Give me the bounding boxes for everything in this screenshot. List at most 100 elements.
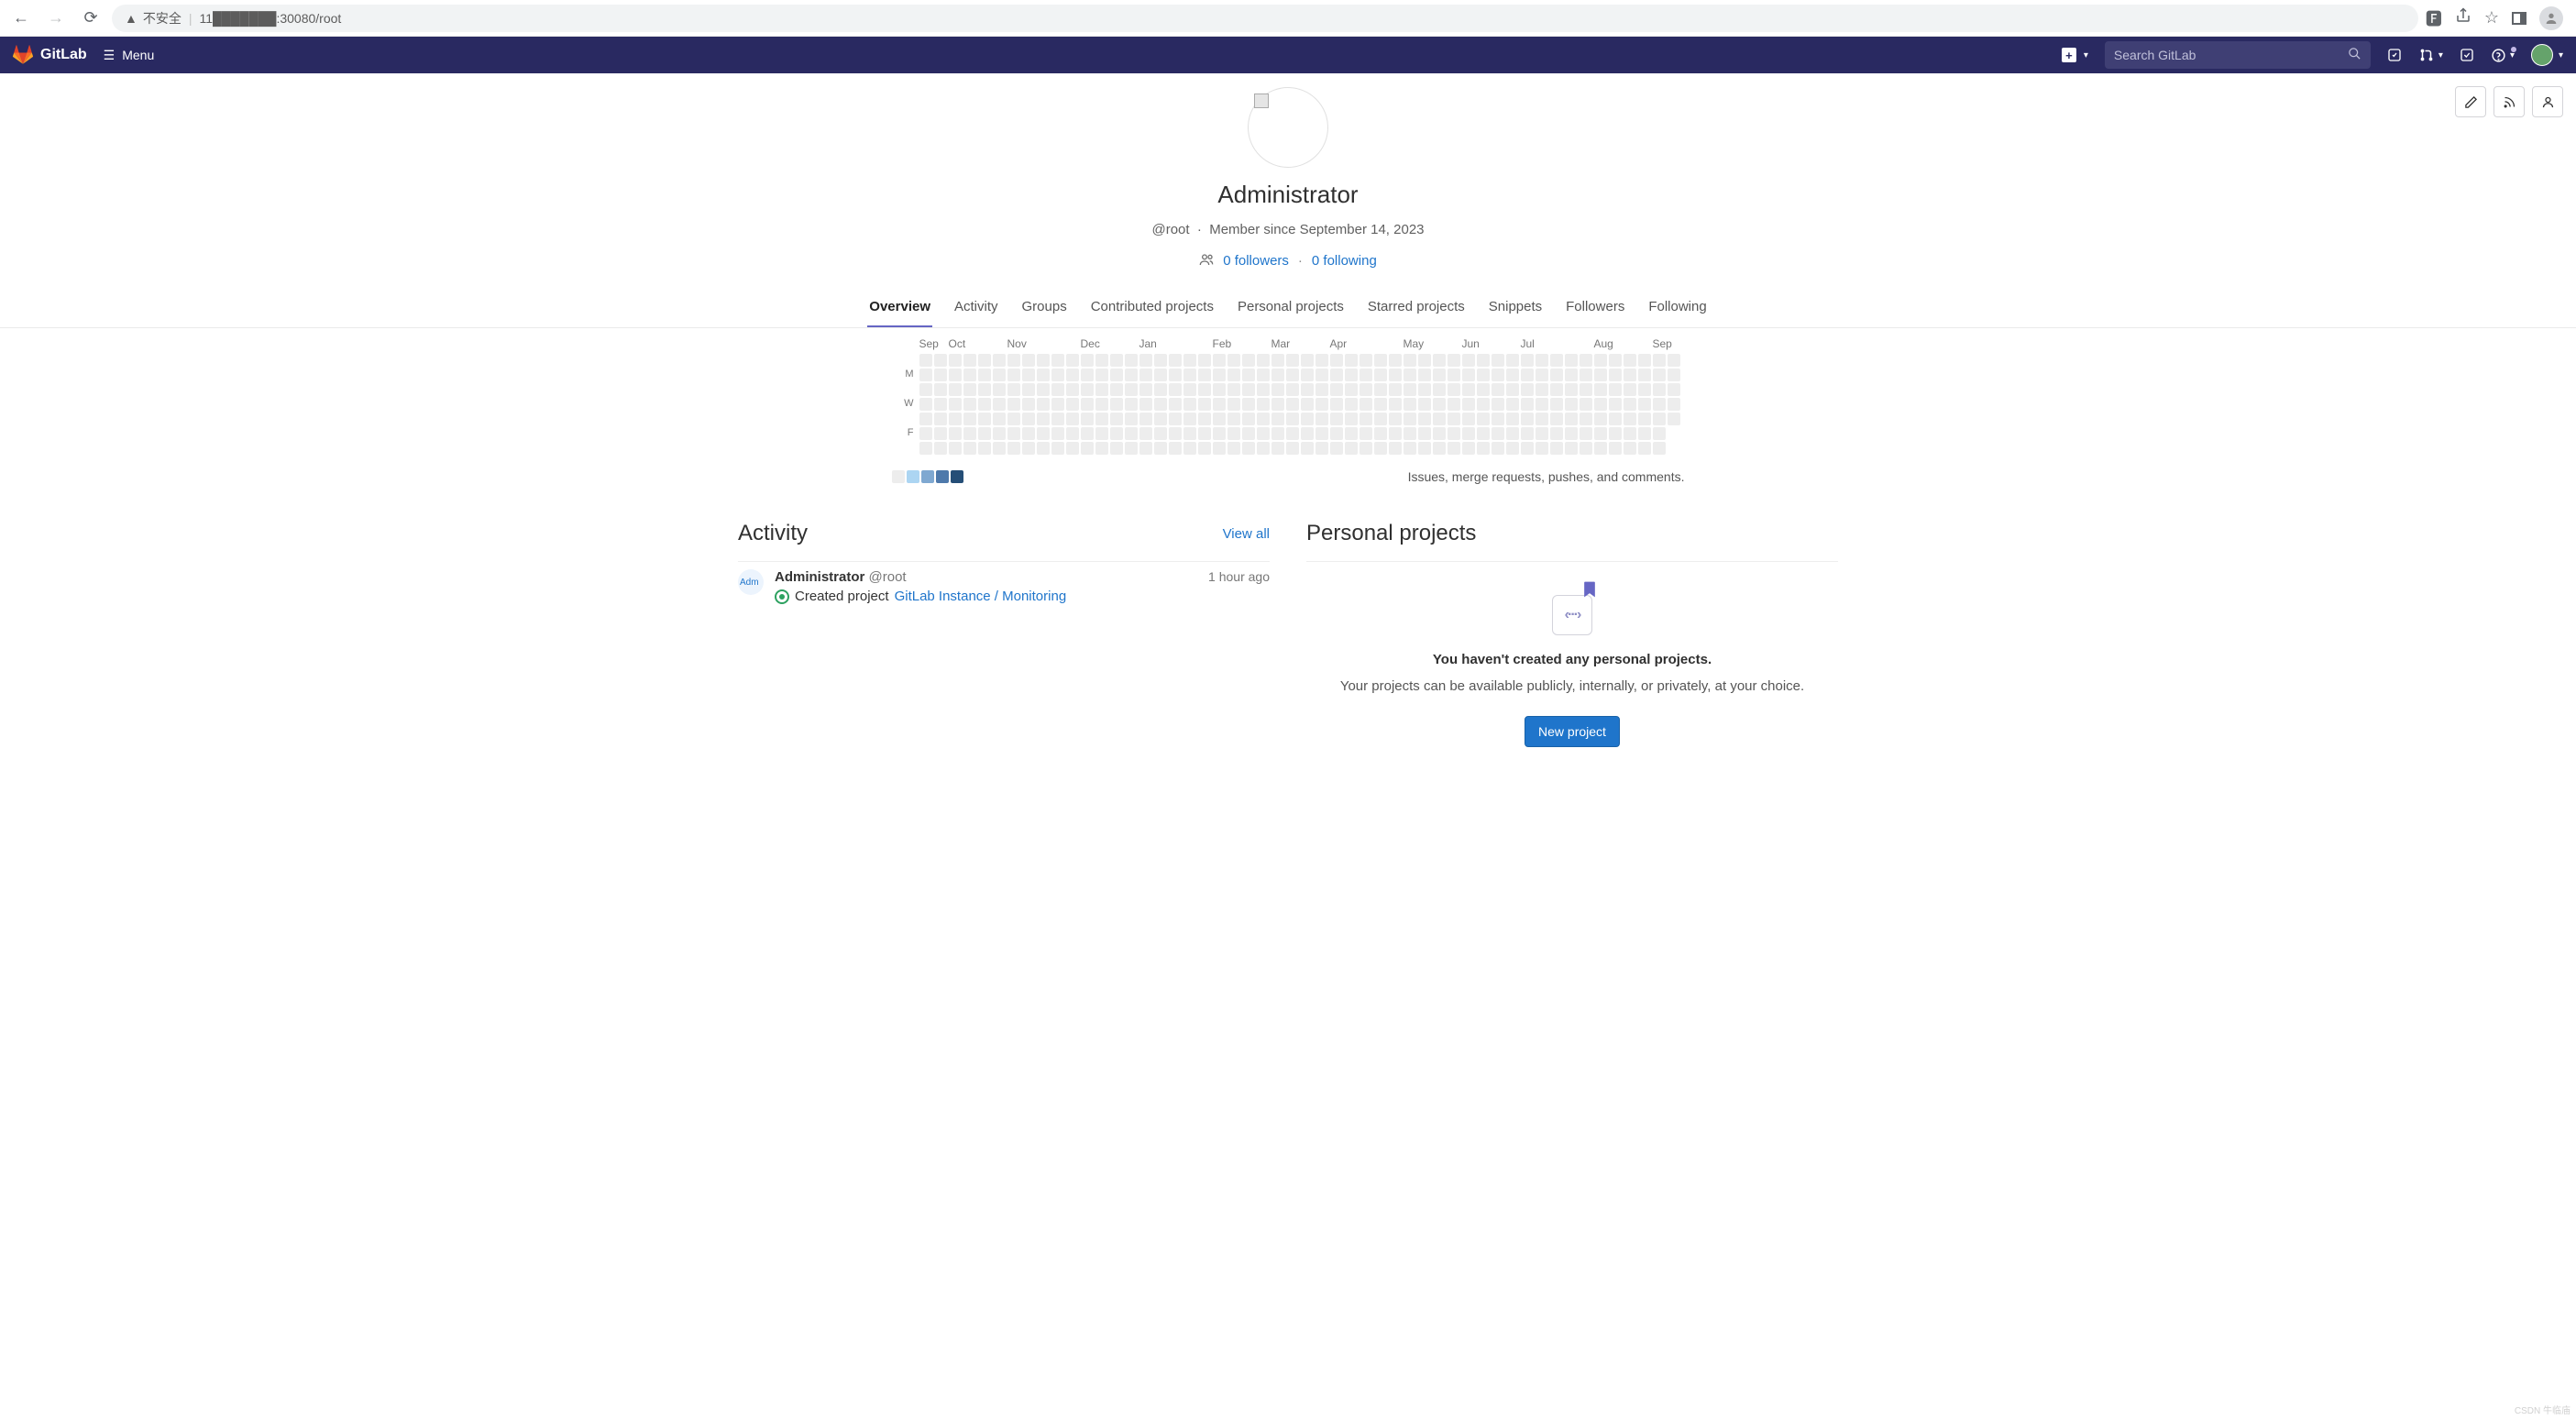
calendar-day-cell[interactable] xyxy=(1301,413,1314,425)
tab-snippets[interactable]: Snippets xyxy=(1487,290,1544,327)
calendar-day-cell[interactable] xyxy=(1271,383,1284,396)
calendar-day-cell[interactable] xyxy=(1183,369,1196,381)
calendar-day-cell[interactable] xyxy=(1638,398,1651,411)
gitlab-logo[interactable]: GitLab xyxy=(13,45,87,65)
calendar-day-cell[interactable] xyxy=(993,413,1006,425)
calendar-day-cell[interactable] xyxy=(993,427,1006,440)
calendar-day-cell[interactable] xyxy=(1007,398,1020,411)
calendar-day-cell[interactable] xyxy=(1301,427,1314,440)
calendar-day-cell[interactable] xyxy=(1037,383,1050,396)
calendar-day-cell[interactable] xyxy=(1316,369,1328,381)
calendar-day-cell[interactable] xyxy=(949,398,962,411)
calendar-day-cell[interactable] xyxy=(1242,413,1255,425)
calendar-day-cell[interactable] xyxy=(1653,398,1666,411)
calendar-day-cell[interactable] xyxy=(1345,354,1358,367)
activity-view-all-link[interactable]: View all xyxy=(1223,526,1270,542)
calendar-day-cell[interactable] xyxy=(1316,398,1328,411)
calendar-day-cell[interactable] xyxy=(1301,383,1314,396)
calendar-day-cell[interactable] xyxy=(1198,354,1211,367)
calendar-day-cell[interactable] xyxy=(963,354,976,367)
calendar-day-cell[interactable] xyxy=(1154,442,1167,455)
calendar-day-cell[interactable] xyxy=(1154,369,1167,381)
calendar-day-cell[interactable] xyxy=(1213,354,1226,367)
help-dropdown[interactable]: ▾ xyxy=(2491,48,2515,63)
calendar-day-cell[interactable] xyxy=(1198,369,1211,381)
calendar-day-cell[interactable] xyxy=(1110,383,1123,396)
calendar-day-cell[interactable] xyxy=(1007,369,1020,381)
calendar-day-cell[interactable] xyxy=(1330,354,1343,367)
calendar-day-cell[interactable] xyxy=(963,383,976,396)
calendar-day-cell[interactable] xyxy=(1624,398,1636,411)
menu-button[interactable]: ☰ Menu xyxy=(104,48,155,63)
calendar-day-cell[interactable] xyxy=(1638,354,1651,367)
calendar-day-cell[interactable] xyxy=(1624,427,1636,440)
calendar-day-cell[interactable] xyxy=(1550,354,1563,367)
calendar-day-cell[interactable] xyxy=(1418,442,1431,455)
calendar-day-cell[interactable] xyxy=(1125,369,1138,381)
calendar-day-cell[interactable] xyxy=(1521,398,1534,411)
calendar-day-cell[interactable] xyxy=(993,398,1006,411)
calendar-day-cell[interactable] xyxy=(1169,369,1182,381)
calendar-day-cell[interactable] xyxy=(1081,442,1094,455)
share-icon[interactable] xyxy=(2455,7,2471,28)
calendar-day-cell[interactable] xyxy=(1139,354,1152,367)
calendar-day-cell[interactable] xyxy=(1550,383,1563,396)
calendar-day-cell[interactable] xyxy=(1448,383,1460,396)
calendar-day-cell[interactable] xyxy=(963,413,976,425)
calendar-day-cell[interactable] xyxy=(1271,354,1284,367)
calendar-day-cell[interactable] xyxy=(1492,369,1504,381)
calendar-day-cell[interactable] xyxy=(1594,413,1607,425)
calendar-day-cell[interactable] xyxy=(1154,354,1167,367)
calendar-day-cell[interactable] xyxy=(1536,369,1548,381)
calendar-day-cell[interactable] xyxy=(1360,354,1372,367)
calendar-day-cell[interactable] xyxy=(1227,442,1240,455)
calendar-day-cell[interactable] xyxy=(1506,354,1519,367)
calendar-day-cell[interactable] xyxy=(919,427,932,440)
calendar-day-cell[interactable] xyxy=(1433,442,1446,455)
calendar-day-cell[interactable] xyxy=(1242,354,1255,367)
calendar-day-cell[interactable] xyxy=(1462,398,1475,411)
calendar-day-cell[interactable] xyxy=(1580,413,1592,425)
calendar-day-cell[interactable] xyxy=(1594,427,1607,440)
calendar-day-cell[interactable] xyxy=(1066,427,1079,440)
calendar-day-cell[interactable] xyxy=(934,427,947,440)
calendar-day-cell[interactable] xyxy=(1433,369,1446,381)
calendar-day-cell[interactable] xyxy=(1580,354,1592,367)
calendar-day-cell[interactable] xyxy=(1007,354,1020,367)
calendar-day-cell[interactable] xyxy=(1594,354,1607,367)
calendar-day-cell[interactable] xyxy=(1110,398,1123,411)
tab-starred-projects[interactable]: Starred projects xyxy=(1366,290,1467,327)
calendar-day-cell[interactable] xyxy=(919,413,932,425)
calendar-day-cell[interactable] xyxy=(1198,442,1211,455)
activity-project-link[interactable]: GitLab Instance / Monitoring xyxy=(895,589,1067,604)
calendar-day-cell[interactable] xyxy=(1477,369,1490,381)
calendar-day-cell[interactable] xyxy=(1345,427,1358,440)
calendar-day-cell[interactable] xyxy=(1022,383,1035,396)
calendar-day-cell[interactable] xyxy=(1418,398,1431,411)
calendar-day-cell[interactable] xyxy=(1580,398,1592,411)
calendar-day-cell[interactable] xyxy=(1183,383,1196,396)
calendar-day-cell[interactable] xyxy=(1257,354,1270,367)
calendar-day-cell[interactable] xyxy=(1580,369,1592,381)
calendar-day-cell[interactable] xyxy=(1668,383,1680,396)
calendar-day-cell[interactable] xyxy=(1433,354,1446,367)
calendar-day-cell[interactable] xyxy=(1389,354,1402,367)
tab-following[interactable]: Following xyxy=(1646,290,1708,327)
calendar-day-cell[interactable] xyxy=(1301,442,1314,455)
calendar-day-cell[interactable] xyxy=(1213,442,1226,455)
calendar-day-cell[interactable] xyxy=(1638,369,1651,381)
calendar-day-cell[interactable] xyxy=(1051,354,1064,367)
calendar-day-cell[interactable] xyxy=(1316,413,1328,425)
calendar-day-cell[interactable] xyxy=(1169,413,1182,425)
calendar-day-cell[interactable] xyxy=(1492,442,1504,455)
search-input[interactable]: Search GitLab xyxy=(2105,41,2371,69)
calendar-day-cell[interactable] xyxy=(1477,383,1490,396)
calendar-day-cell[interactable] xyxy=(1227,383,1240,396)
followers-link[interactable]: 0 followers xyxy=(1223,253,1289,269)
calendar-day-cell[interactable] xyxy=(1609,369,1622,381)
merge-requests-dropdown[interactable]: ▾ xyxy=(2418,47,2443,63)
calendar-day-cell[interactable] xyxy=(1125,354,1138,367)
calendar-day-cell[interactable] xyxy=(1433,383,1446,396)
calendar-day-cell[interactable] xyxy=(1624,413,1636,425)
calendar-day-cell[interactable] xyxy=(1506,383,1519,396)
